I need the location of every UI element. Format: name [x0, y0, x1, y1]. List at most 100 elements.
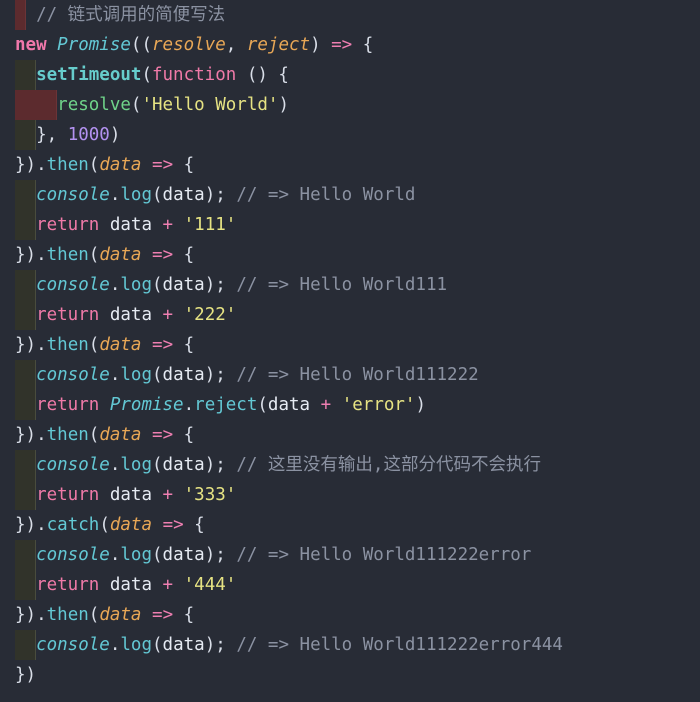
- token-punc: .: [109, 275, 121, 295]
- token-cmt: // => Hello World111: [236, 275, 448, 295]
- token-arrow: =>: [152, 605, 174, 625]
- token-punc: {: [173, 425, 195, 445]
- code-line[interactable]: setTimeout(function () {: [0, 60, 700, 90]
- token-str: '111': [183, 215, 237, 235]
- code-text: return data + '444': [15, 575, 236, 595]
- token-punc: .: [36, 605, 47, 625]
- code-text: return data + '222': [15, 305, 236, 325]
- token-arrow: =>: [152, 425, 174, 445]
- token-kw: function: [151, 65, 237, 85]
- token-punc: [15, 5, 36, 25]
- token-punc: [15, 485, 36, 505]
- code-text: }).then(data => {: [15, 605, 194, 625]
- code-line[interactable]: console.log(data); // => Hello World1112…: [0, 630, 700, 660]
- token-param: data: [99, 245, 142, 265]
- token-punc: .: [109, 365, 121, 385]
- token-arrow: =>: [152, 155, 174, 175]
- token-meth: then: [46, 335, 89, 355]
- token-kw: return: [36, 575, 100, 595]
- token-punc: [15, 395, 36, 415]
- token-punc: }): [15, 605, 37, 625]
- token-punc: .: [109, 455, 121, 475]
- code-text: }, 1000): [15, 125, 120, 145]
- token-punc: [15, 365, 36, 385]
- code-line[interactable]: resolve('Hello World'): [0, 90, 700, 120]
- code-line[interactable]: console.log(data); // 这里没有输出,这部分代码不会执行: [0, 450, 700, 480]
- code-text: }).catch(data => {: [15, 515, 205, 535]
- token-punc: (: [88, 425, 100, 445]
- code-line[interactable]: }).catch(data => {: [0, 510, 700, 540]
- code-line[interactable]: return data + '111': [0, 210, 700, 240]
- token-cls: console: [36, 365, 110, 385]
- token-punc: .: [109, 635, 121, 655]
- token-punc: [141, 605, 152, 625]
- token-arrow: =>: [331, 35, 353, 55]
- code-line[interactable]: return Promise.reject(data + 'error'): [0, 390, 700, 420]
- token-param: data: [99, 155, 142, 175]
- token-punc: [173, 215, 184, 235]
- token-punc: );: [204, 545, 237, 565]
- token-meth: log: [120, 275, 152, 295]
- token-punc: [152, 215, 163, 235]
- token-op: +: [162, 485, 174, 505]
- token-punc: [15, 455, 36, 475]
- code-line[interactable]: console.log(data); // => Hello World111: [0, 270, 700, 300]
- code-line[interactable]: }).then(data => {: [0, 330, 700, 360]
- code-line[interactable]: }).then(data => {: [0, 150, 700, 180]
- token-punc: }): [15, 335, 37, 355]
- token-punc: (: [88, 335, 100, 355]
- token-punc: [99, 575, 110, 595]
- token-punc: },: [15, 125, 68, 145]
- code-line[interactable]: return data + '444': [0, 570, 700, 600]
- token-punc: (: [88, 245, 100, 265]
- code-text: }).then(data => {: [15, 335, 194, 355]
- token-meth: catch: [46, 515, 100, 535]
- token-punc: {: [173, 605, 195, 625]
- token-param: data: [99, 335, 142, 355]
- token-str: '444': [183, 575, 237, 595]
- code-line[interactable]: console.log(data); // => Hello World: [0, 180, 700, 210]
- token-cmt: // 链式调用的简便写法: [36, 5, 226, 25]
- code-editor[interactable]: // 链式调用的简便写法 new Promise((resolve, reject…: [0, 0, 700, 702]
- token-cmt: // => Hello World111222error444: [236, 635, 563, 655]
- token-op: +: [320, 395, 332, 415]
- token-punc: .: [109, 545, 121, 565]
- code-line[interactable]: }).then(data => {: [0, 240, 700, 270]
- token-punc: [310, 395, 321, 415]
- code-line[interactable]: // 链式调用的简便写法: [0, 0, 700, 30]
- code-line[interactable]: }).then(data => {: [0, 600, 700, 630]
- token-punc: [152, 305, 163, 325]
- token-punc: {: [173, 245, 195, 265]
- token-cls: Promise: [57, 35, 131, 55]
- code-line[interactable]: new Promise((resolve, reject) => {: [0, 30, 700, 60]
- token-punc: .: [36, 335, 47, 355]
- code-line[interactable]: console.log(data); // => Hello World1112…: [0, 540, 700, 570]
- code-line[interactable]: return data + '333': [0, 480, 700, 510]
- code-text: // 链式调用的简便写法: [15, 5, 225, 25]
- token-cls: console: [36, 185, 110, 205]
- code-line[interactable]: return data + '222': [0, 300, 700, 330]
- token-punc: [141, 155, 152, 175]
- token-kw: return: [36, 485, 100, 505]
- code-line[interactable]: }, 1000): [0, 120, 700, 150]
- code-line[interactable]: }).then(data => {: [0, 420, 700, 450]
- token-punc: [99, 305, 110, 325]
- token-punc: [173, 305, 184, 325]
- token-param: data: [99, 605, 142, 625]
- token-cmt: // 这里没有输出,这部分代码不会执行: [236, 455, 541, 475]
- token-ident: data: [162, 365, 205, 385]
- token-punc: [141, 335, 152, 355]
- token-punc: [15, 305, 36, 325]
- token-param: data: [99, 425, 142, 445]
- token-meth: log: [120, 365, 152, 385]
- code-line[interactable]: }): [0, 660, 700, 690]
- token-meth: then: [46, 425, 89, 445]
- code-text: return Promise.reject(data + 'error'): [15, 395, 426, 415]
- token-punc: [47, 35, 58, 55]
- code-text: console.log(data); // => Hello World: [15, 185, 415, 205]
- code-line[interactable]: console.log(data); // => Hello World1112…: [0, 360, 700, 390]
- token-punc: (: [152, 635, 163, 655]
- token-arrow: =>: [162, 515, 184, 535]
- token-punc: ((: [130, 35, 152, 55]
- token-param: data: [109, 515, 153, 535]
